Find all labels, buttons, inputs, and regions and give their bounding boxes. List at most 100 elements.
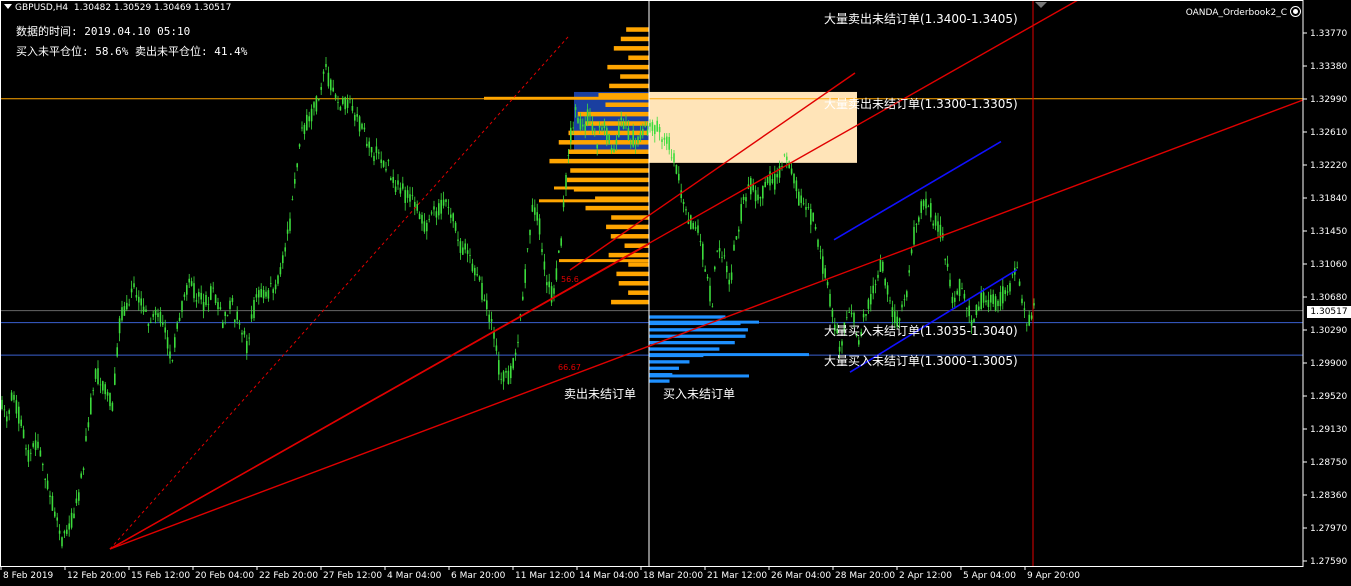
candle-body <box>207 303 210 305</box>
fan-line-dashed <box>109 34 571 550</box>
candle-body <box>831 309 834 317</box>
candle-body <box>961 288 963 289</box>
x-tick-label: 15 Feb 12:00 <box>131 571 190 581</box>
candle-body <box>606 127 608 140</box>
candle-body <box>178 317 181 322</box>
candle-body <box>817 239 819 247</box>
candle-body <box>406 190 409 198</box>
buy-bar <box>649 379 670 383</box>
candle-body <box>397 180 399 185</box>
candle-body <box>409 194 411 202</box>
candle-body <box>231 298 234 302</box>
settings-icon[interactable] <box>1290 6 1301 17</box>
candle-body <box>949 279 951 287</box>
candle-body <box>356 114 358 117</box>
candle-body <box>1026 324 1028 326</box>
candle-body <box>930 203 932 218</box>
candle-body <box>865 314 867 316</box>
candle-body <box>298 144 301 147</box>
buy-bar <box>649 353 809 357</box>
candle-body <box>486 300 488 310</box>
signal-sell-1: 大量卖出未结订单(1.3400-1.3405) <box>824 12 1018 26</box>
candle-body <box>358 116 361 132</box>
candle-body <box>332 87 334 92</box>
candle-body <box>474 267 476 276</box>
candle-body <box>440 199 442 214</box>
candle-body <box>615 139 618 145</box>
sell-orders-label: 卖出未结订单 <box>564 387 637 401</box>
candle-body <box>786 156 788 161</box>
candle-body <box>783 154 786 156</box>
candle-body <box>502 371 505 382</box>
candle-body <box>442 199 445 206</box>
candle-body <box>822 256 824 274</box>
candle-body <box>164 327 166 333</box>
candle-body <box>54 511 56 517</box>
candle-body <box>1023 308 1026 310</box>
candle-body <box>524 269 526 283</box>
sell-bar <box>559 259 649 263</box>
candle-body <box>529 229 531 236</box>
candle-body <box>380 159 382 163</box>
candle-body <box>858 340 860 345</box>
x-tick-label: 5 Apr 04:00 <box>963 571 1016 581</box>
signal-buy-2: 大量买入未结订单(1.3000-1.3005) <box>824 354 1018 368</box>
candle-body <box>20 419 22 427</box>
candle-body <box>322 71 325 74</box>
candle-body <box>282 255 284 264</box>
price-chart[interactable]: 1.33770 1.33380 1.32990 1.32610 1.32220 1.318… <box>0 0 1351 586</box>
candle-body <box>610 148 613 151</box>
candle-body <box>493 331 495 339</box>
y-tick-label: 1.31450 <box>1310 227 1347 237</box>
candle-body <box>414 201 416 207</box>
candle-body <box>769 171 771 186</box>
candle-body <box>70 512 73 528</box>
signal-buy-1: 大量买入未结订单(1.3035-1.3040) <box>824 324 1018 338</box>
sell-bar <box>613 46 649 51</box>
candle-body <box>987 299 990 308</box>
candle-body <box>966 308 968 310</box>
sell-bar <box>609 83 649 89</box>
chart-shift-icon[interactable] <box>1035 2 1047 8</box>
candle-body <box>366 143 368 147</box>
candle-body <box>370 147 373 153</box>
candle-body <box>704 269 706 272</box>
candle-body <box>675 164 678 174</box>
sell-bar <box>620 36 649 42</box>
candle-body <box>1 399 3 409</box>
candle-body <box>882 261 884 272</box>
indicator-label[interactable]: OANDA_Orderbook2_C <box>1186 6 1301 18</box>
candle-body <box>30 452 32 454</box>
candle-body <box>764 181 766 188</box>
x-tick-label: 6 Mar 20:00 <box>451 571 506 581</box>
candle-body <box>658 127 661 133</box>
candle-body <box>111 402 114 411</box>
candle-body <box>82 468 85 470</box>
candle-body <box>975 304 978 316</box>
candle-body <box>342 97 344 104</box>
candle-body <box>303 124 306 134</box>
candle-body <box>666 136 668 144</box>
candle-body <box>771 178 774 184</box>
candle-body <box>483 299 486 302</box>
candle-body <box>841 341 843 346</box>
candle-body <box>546 282 548 286</box>
candle-body <box>1011 274 1014 276</box>
chevron-down-icon[interactable] <box>4 4 12 9</box>
candle-body <box>586 109 589 125</box>
y-tick-label: 1.29130 <box>1310 425 1347 435</box>
candle-body <box>829 293 831 307</box>
candle-body <box>870 294 872 305</box>
candle-body <box>963 293 966 299</box>
candle-body <box>1002 286 1004 304</box>
candle-body <box>714 266 716 270</box>
candle-body <box>754 190 757 202</box>
candle-body <box>886 285 889 295</box>
candle-body <box>956 290 958 295</box>
candle-body <box>354 114 356 121</box>
candle-body <box>248 337 250 339</box>
candle-body <box>726 265 728 273</box>
candle-body <box>733 244 735 251</box>
candle-body <box>538 218 541 235</box>
sell-bar <box>549 158 649 164</box>
